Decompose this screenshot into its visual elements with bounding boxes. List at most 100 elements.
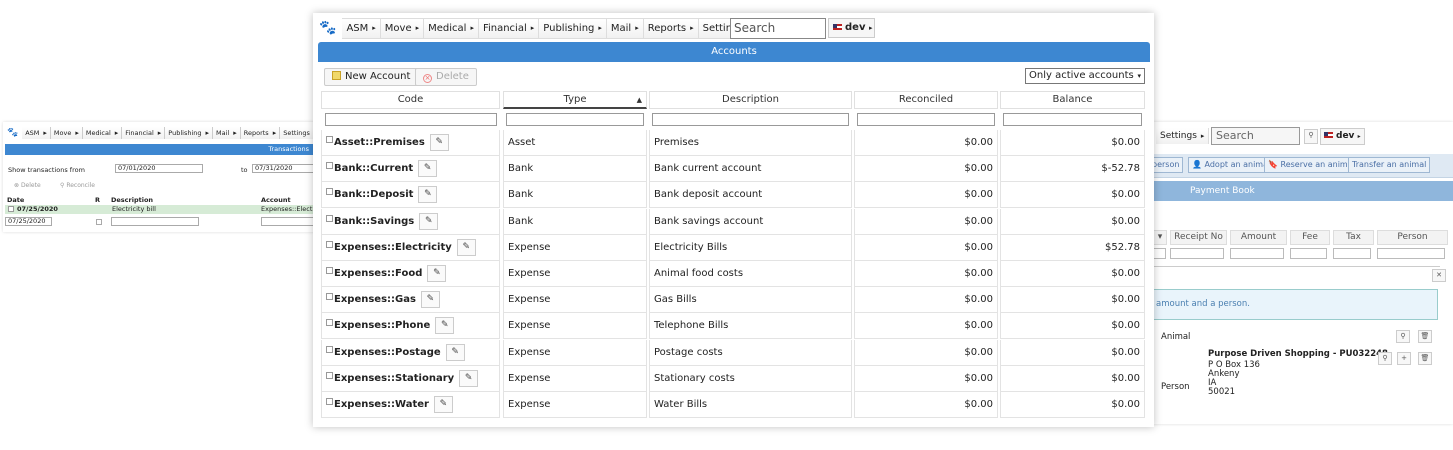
account-code[interactable]: Asset::Premises xyxy=(334,137,425,148)
col-fee[interactable]: Fee xyxy=(1290,230,1330,245)
paw-logo-icon[interactable]: 🐾 xyxy=(319,20,336,36)
row-checkbox[interactable] xyxy=(326,188,333,196)
filter-input[interactable] xyxy=(1230,248,1284,259)
table-row[interactable]: Bank::Current ✎ Bank Bank current account $0… xyxy=(321,156,1147,183)
cell-code[interactable]: Bank::Deposit ✎ xyxy=(321,182,500,209)
table-row[interactable]: Bank::Deposit ✎ Bank Bank deposit account $0… xyxy=(321,182,1147,209)
cell-code[interactable]: Bank::Current ✎ xyxy=(321,156,500,183)
account-code[interactable]: Expenses::Postage xyxy=(334,347,441,358)
reserve-animal-button[interactable]: 🔖 Reserve an animal xyxy=(1264,157,1359,173)
edit-icon[interactable]: ✎ xyxy=(445,343,465,361)
row-checkbox[interactable] xyxy=(326,345,333,353)
col-person[interactable]: Person xyxy=(1377,230,1448,245)
filter-input[interactable] xyxy=(1290,248,1327,259)
col-receipt[interactable]: Receipt No xyxy=(1170,230,1227,245)
filter-input[interactable] xyxy=(1377,248,1445,259)
filter-input[interactable] xyxy=(1333,248,1371,259)
table-row[interactable]: Expenses::Water ✎ Expense Water Bills $0.00 $… xyxy=(321,392,1147,418)
col-tax[interactable]: Tax xyxy=(1333,230,1374,245)
close-icon[interactable]: ✕ xyxy=(1432,269,1446,282)
from-date-input[interactable]: 07/01/2020 xyxy=(115,164,203,173)
edit-icon[interactable]: ✎ xyxy=(419,212,439,230)
new-account-button[interactable]: New Account xyxy=(324,68,419,86)
account-code[interactable]: Expenses::Electricity xyxy=(334,242,452,253)
col-account[interactable]: Account xyxy=(261,196,291,204)
cell-code[interactable]: Expenses::Food ✎ xyxy=(321,261,500,287)
delete-animal-icon[interactable]: 🗑 xyxy=(1418,330,1432,343)
edit-icon[interactable]: ✎ xyxy=(456,238,476,256)
account-code[interactable]: Bank::Deposit xyxy=(334,189,413,200)
filter-input[interactable] xyxy=(1152,248,1166,259)
table-row[interactable]: Expenses::Postage ✎ Expense Postage costs $0… xyxy=(321,339,1147,366)
search-animal-icon[interactable]: ⚲ xyxy=(1396,330,1410,343)
col-reconciled[interactable]: Reconciled xyxy=(854,91,998,109)
menu-asm[interactable]: ASM ▸ xyxy=(22,127,51,139)
delete-person-icon[interactable]: 🗑 xyxy=(1418,352,1432,365)
menu-mail[interactable]: Mail ▸ xyxy=(606,17,644,39)
filter-input[interactable] xyxy=(1170,248,1224,259)
menu-move[interactable]: Move ▸ xyxy=(50,127,83,139)
cell-code[interactable]: Expenses::Water ✎ xyxy=(321,392,500,418)
col-date[interactable]: Date xyxy=(7,196,24,204)
col-description[interactable]: Description xyxy=(111,196,153,204)
edit-icon[interactable]: ✎ xyxy=(459,369,479,387)
cell-code[interactable]: Asset::Premises ✎ xyxy=(321,130,500,156)
transfer-animal-button[interactable]: Transfer an animal xyxy=(1348,157,1431,173)
col-r[interactable]: R xyxy=(95,196,100,204)
menu-publishing[interactable]: Publishing ▸ xyxy=(539,17,607,39)
search-icon[interactable]: ⚲ xyxy=(1304,129,1318,144)
reconcile-button[interactable]: ⚲ Reconcile xyxy=(60,182,95,189)
row-checkbox[interactable] xyxy=(326,240,333,248)
menu-asm[interactable]: ASM ▸ xyxy=(342,17,381,39)
menu-financial[interactable]: Financial ▸ xyxy=(478,17,540,39)
account-code[interactable]: Expenses::Water xyxy=(334,399,429,410)
account-code[interactable]: Expenses::Food xyxy=(334,268,422,279)
account-code[interactable]: Expenses::Phone xyxy=(334,320,430,331)
menu-publishing[interactable]: Publishing ▸ xyxy=(165,127,214,139)
delete-button[interactable]: ⊗ Delete xyxy=(14,182,41,189)
col-type[interactable]: Type ▲ xyxy=(503,91,647,109)
account-filter-select[interactable]: Only active accounts ▾ xyxy=(1025,68,1145,84)
filter-balance-input[interactable] xyxy=(1003,113,1142,126)
account-code[interactable]: Bank::Savings xyxy=(334,216,414,227)
table-row[interactable]: Bank::Savings ✎ Bank Bank savings account $0… xyxy=(321,208,1147,235)
cell-code[interactable]: Expenses::Stationary ✎ xyxy=(321,365,500,392)
edit-icon[interactable]: ✎ xyxy=(433,396,453,413)
table-row[interactable]: Asset::Premises ✎ Asset Premises $0.00 $0.00 xyxy=(321,130,1147,156)
edit-icon[interactable]: ✎ xyxy=(435,317,455,335)
menu-settings[interactable]: Settings▸ xyxy=(1156,128,1210,144)
row-checkbox[interactable] xyxy=(326,398,333,405)
row-checkbox[interactable] xyxy=(326,136,333,143)
edit-icon[interactable]: ✎ xyxy=(418,186,438,204)
cell-code[interactable]: Bank::Savings ✎ xyxy=(321,208,500,235)
new-description-input[interactable] xyxy=(111,217,199,226)
add-person-icon[interactable]: + xyxy=(1397,352,1411,365)
cell-code[interactable]: Expenses::Phone ✎ xyxy=(321,313,500,340)
table-row[interactable]: Expenses::Phone ✎ Expense Telephone Bills $0… xyxy=(321,313,1147,340)
search-person-icon[interactable]: ⚲ xyxy=(1378,352,1392,365)
menu-financial[interactable]: Financial ▸ xyxy=(122,127,166,139)
search-input[interactable]: Search xyxy=(1211,127,1300,145)
account-code[interactable]: Expenses::Gas xyxy=(334,294,416,305)
filter-type-input[interactable] xyxy=(506,113,644,126)
person-name[interactable]: Purpose Driven Shopping - PU032248 xyxy=(1208,349,1388,359)
new-account-input[interactable] xyxy=(261,217,315,226)
adopt-animal-button[interactable]: 👤 Adopt an animal xyxy=(1188,157,1275,173)
menu-mail[interactable]: Mail ▸ xyxy=(213,127,241,139)
user-menu[interactable]: dev ▸ xyxy=(828,18,875,38)
row-checkbox[interactable] xyxy=(8,206,14,212)
cell-code[interactable]: Expenses::Electricity ✎ xyxy=(321,234,500,261)
table-row[interactable]: Expenses::Gas ✎ Expense Gas Bills $0.00 $0.00 xyxy=(321,287,1147,314)
table-row[interactable]: Expenses::Food ✎ Expense Animal food costs $… xyxy=(321,261,1147,287)
col-sort[interactable]: ▾ xyxy=(1153,230,1167,245)
menu-medical[interactable]: Medical ▸ xyxy=(424,17,479,39)
row-checkbox[interactable] xyxy=(326,293,333,301)
menu-reports[interactable]: Reports ▸ xyxy=(643,17,699,39)
filter-reconciled-input[interactable] xyxy=(857,113,995,126)
col-description[interactable]: Description xyxy=(649,91,852,109)
table-row[interactable]: 07/25/2020 Electricity bill Expenses::El… xyxy=(5,205,315,214)
new-date-input[interactable]: 07/25/2020 xyxy=(5,217,52,226)
new-reconciled-checkbox[interactable] xyxy=(96,219,102,225)
edit-icon[interactable]: ✎ xyxy=(427,265,447,282)
menu-reports[interactable]: Reports ▸ xyxy=(240,127,281,139)
